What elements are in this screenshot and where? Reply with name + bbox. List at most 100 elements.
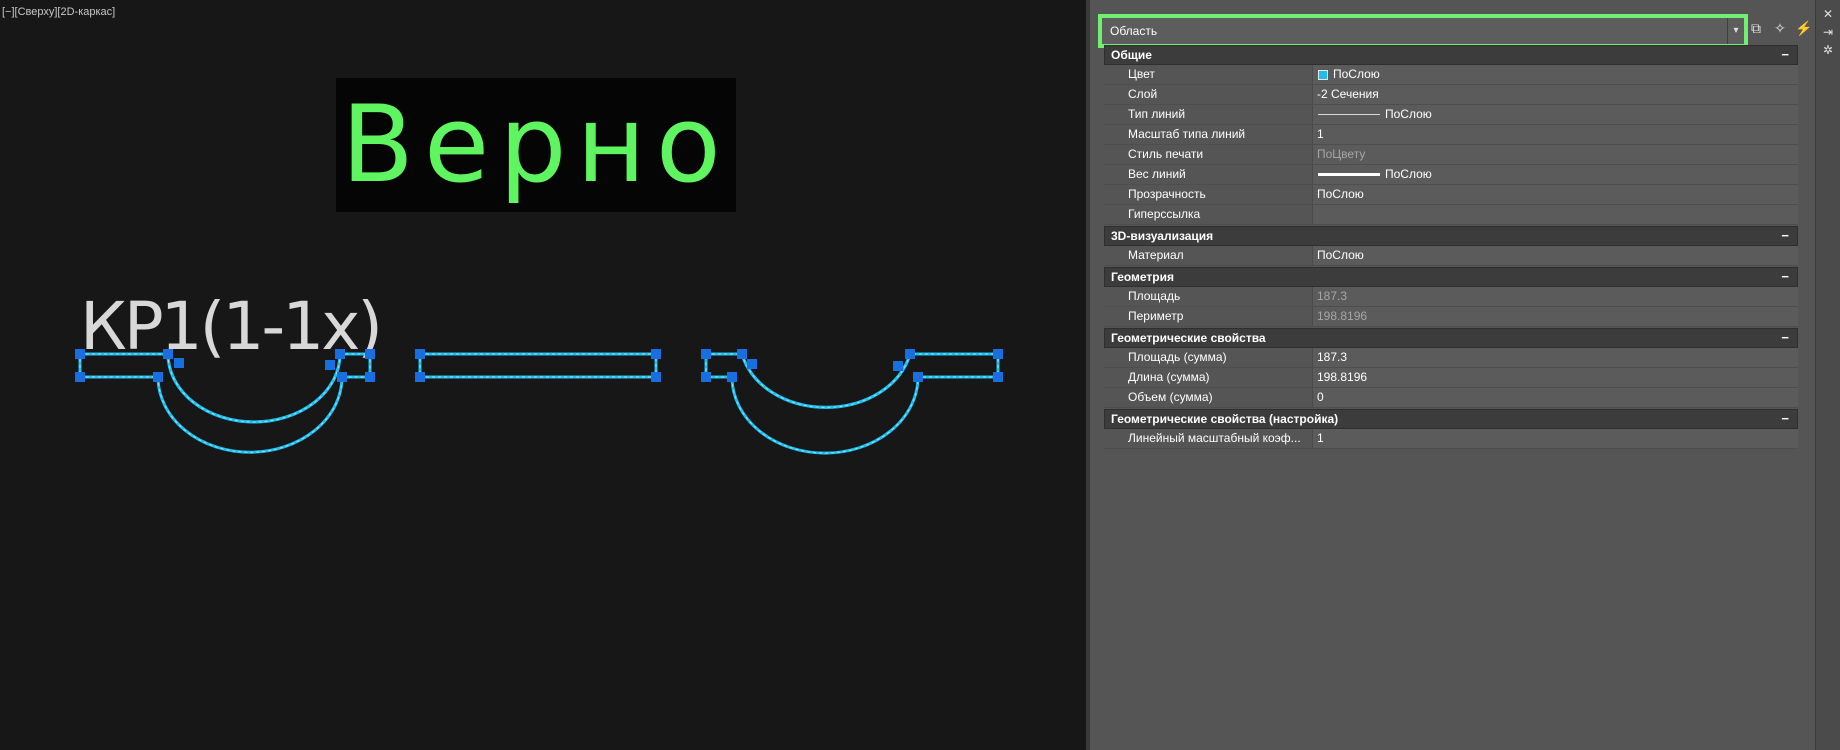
grip-handle[interactable] <box>737 349 747 359</box>
grip-handle[interactable] <box>651 372 661 382</box>
property-row[interactable]: Длина (сумма) 198.8196 <box>1104 368 1798 388</box>
grip-handle[interactable] <box>365 372 375 382</box>
section-header[interactable]: Геометрические свойства − <box>1104 328 1798 348</box>
grip-handle[interactable] <box>415 372 425 382</box>
property-value-cell[interactable]: 0 <box>1312 388 1798 407</box>
property-row[interactable]: Площадь (сумма) 187.3 <box>1104 348 1798 368</box>
property-value: 1 <box>1317 431 1324 445</box>
property-name: Длина (сумма) <box>1128 370 1210 384</box>
grip-handle[interactable] <box>651 349 661 359</box>
property-name-cell: Масштаб типа линий <box>1104 125 1312 144</box>
close-icon[interactable]: ✕ <box>1820 6 1836 22</box>
grip-handle[interactable] <box>701 349 711 359</box>
property-value-cell[interactable]: 1 <box>1312 125 1798 144</box>
property-name: Материал <box>1128 248 1184 262</box>
grip-handle[interactable] <box>325 360 335 370</box>
property-value: ПоСлою <box>1317 248 1364 262</box>
section-header[interactable]: Геометрия − <box>1104 267 1798 287</box>
property-value-cell[interactable]: -2 Сечения <box>1312 85 1798 104</box>
property-section: Геометрические свойства − Площадь (сумма) 1… <box>1104 328 1798 408</box>
property-row[interactable]: Слой -2 Сечения <box>1104 85 1798 105</box>
property-name: Стиль печати <box>1128 147 1204 161</box>
collapse-icon[interactable]: − <box>1781 46 1789 63</box>
grip-handle[interactable] <box>913 372 923 382</box>
object-type-selector[interactable]: Область ▾ <box>1098 14 1748 48</box>
property-value-cell[interactable]: ПоСлою <box>1312 185 1798 204</box>
property-row[interactable]: Линейный масштабный коэф... 1 <box>1104 429 1798 449</box>
grip-handle[interactable] <box>993 372 1003 382</box>
property-value-cell[interactable]: ПоСлою <box>1312 105 1798 124</box>
palette-title-bar[interactable]: ✕ ⇥ ✲ <box>1815 0 1840 750</box>
property-row[interactable]: Стиль печати ПоЦвету <box>1104 145 1798 165</box>
region-middle[interactable] <box>418 352 658 379</box>
region-left-inner-arc[interactable] <box>166 353 342 424</box>
grip-handle[interactable] <box>993 349 1003 359</box>
grip-handle[interactable] <box>153 372 163 382</box>
grip-handle[interactable] <box>365 349 375 359</box>
property-name-cell: Прозрачность <box>1104 185 1312 204</box>
toggle-pickadd-icon[interactable]: ⧉ <box>1746 18 1766 38</box>
grip-handle[interactable] <box>174 358 184 368</box>
grip-handle[interactable] <box>163 349 173 359</box>
section-header[interactable]: Общие − <box>1104 45 1798 65</box>
grip-handle[interactable] <box>701 372 711 382</box>
property-value: 0 <box>1317 390 1324 404</box>
palette-settings-icon[interactable]: ✲ <box>1820 42 1836 58</box>
property-row[interactable]: Вес линий ПоСлою <box>1104 165 1798 185</box>
property-row[interactable]: Цвет ПоСлою <box>1104 65 1798 85</box>
collapse-icon[interactable]: − <box>1781 268 1789 285</box>
property-row[interactable]: Гиперссылка <box>1104 205 1798 225</box>
property-row[interactable]: Периметр 198.8196 <box>1104 307 1798 327</box>
section-header[interactable]: 3D-визуализация − <box>1104 226 1798 246</box>
collapse-icon[interactable]: − <box>1781 410 1789 427</box>
grip-handle[interactable] <box>727 372 737 382</box>
property-value-cell[interactable]: 198.8196 <box>1312 307 1798 326</box>
grip-handle[interactable] <box>905 349 915 359</box>
section-title: Общие <box>1111 48 1152 62</box>
property-name: Вес линий <box>1128 167 1186 181</box>
property-row[interactable]: Тип линий ПоСлою <box>1104 105 1798 125</box>
grip-handle[interactable] <box>337 372 347 382</box>
select-objects-icon[interactable]: ✧ <box>1770 18 1790 38</box>
property-value-cell[interactable]: ПоСлою <box>1312 165 1798 184</box>
property-name: Гиперссылка <box>1128 207 1201 221</box>
property-value-cell[interactable]: 187.3 <box>1312 287 1798 306</box>
property-value: ПоСлою <box>1317 187 1364 201</box>
property-value-cell[interactable]: 198.8196 <box>1312 368 1798 387</box>
chevron-down-icon[interactable]: ▾ <box>1727 18 1744 44</box>
drawing-viewport[interactable]: [−][Сверху][2D-каркас] Верно КР1(1-1х) <box>0 0 1086 750</box>
grip-handle[interactable] <box>335 349 345 359</box>
property-name: Площадь (сумма) <box>1128 350 1227 364</box>
property-value-cell[interactable]: 187.3 <box>1312 348 1798 367</box>
property-row[interactable]: Объем (сумма) 0 <box>1104 388 1798 408</box>
property-value: ПоЦвету <box>1317 147 1366 161</box>
section-title: 3D-визуализация <box>1111 229 1214 243</box>
property-section: 3D-визуализация − Материал ПоСлою <box>1104 226 1798 266</box>
grip-handle[interactable] <box>747 359 757 369</box>
quick-select-icon[interactable]: ⚡ <box>1794 18 1814 38</box>
properties-grid: Общие − Цвет ПоСлою Слой -2 Сечения Тип линий П… <box>1104 44 1798 449</box>
auto-hide-icon[interactable]: ⇥ <box>1820 24 1836 40</box>
property-row[interactable]: Материал ПоСлою <box>1104 246 1798 266</box>
property-row[interactable]: Прозрачность ПоСлою <box>1104 185 1798 205</box>
property-value-cell[interactable]: ПоСлою <box>1312 65 1798 84</box>
region-middle-dash <box>419 353 657 378</box>
property-row[interactable]: Масштаб типа линий 1 <box>1104 125 1798 145</box>
collapse-icon[interactable]: − <box>1781 329 1789 346</box>
grip-handle[interactable] <box>893 361 903 371</box>
property-value-cell[interactable]: 1 <box>1312 429 1798 448</box>
grip-handle[interactable] <box>415 349 425 359</box>
property-value-cell[interactable] <box>1312 205 1798 224</box>
section-header[interactable]: Геометрические свойства (настройка) − <box>1104 409 1798 429</box>
collapse-icon[interactable]: − <box>1781 227 1789 244</box>
property-section: Геометрия − Площадь 187.3 Периметр 198.8196 <box>1104 267 1798 327</box>
grip-handle[interactable] <box>75 372 85 382</box>
property-value-cell[interactable]: ПоЦвету <box>1312 145 1798 164</box>
selected-region-objects[interactable] <box>0 0 1086 750</box>
property-row[interactable]: Площадь 187.3 <box>1104 287 1798 307</box>
region-right-inner-arc[interactable] <box>740 353 912 409</box>
property-value-cell[interactable]: ПоСлою <box>1312 246 1798 265</box>
region-right-inner-arc-dash <box>741 353 911 408</box>
property-name-cell: Вес линий <box>1104 165 1312 184</box>
grip-handle[interactable] <box>75 349 85 359</box>
